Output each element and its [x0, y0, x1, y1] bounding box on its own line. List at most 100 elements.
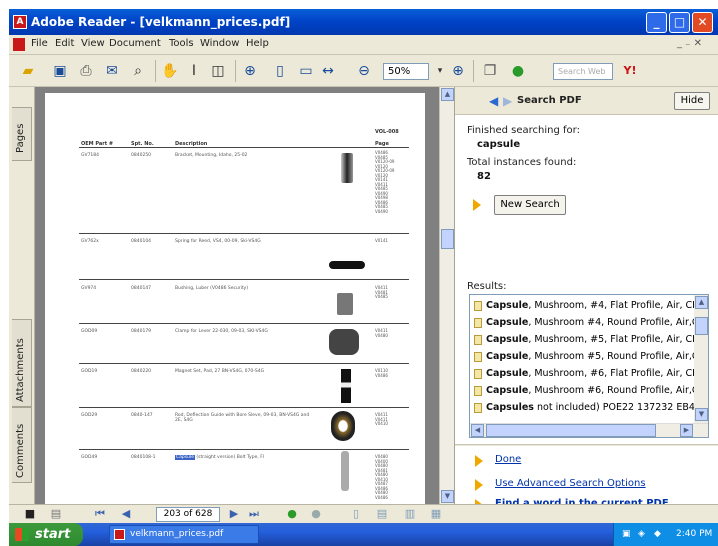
product-image — [341, 451, 349, 491]
layers-icon[interactable]: ■ — [23, 507, 37, 521]
open-icon[interactable]: ▰ — [19, 62, 37, 80]
forward-arrow-icon[interactable]: ▶ — [503, 94, 512, 108]
title-bar[interactable]: A Adobe Reader - [velkmann_prices.pdf] _… — [9, 9, 718, 35]
save-icon[interactable]: ▣ — [51, 62, 69, 80]
snapshot-icon[interactable]: ◫ — [209, 62, 227, 80]
first-page-icon[interactable]: ⏮ — [93, 507, 107, 521]
row-description: Bushing, Luber (V0486 Security) — [175, 286, 249, 291]
menu-bar: File Edit View Document Tools Window Hel… — [9, 35, 718, 55]
list-item[interactable]: Capsule, Mushroom, #4, Flat Profile, Air… — [472, 297, 694, 314]
page-number-input[interactable]: 203 of 628 — [156, 507, 220, 522]
help-icon[interactable]: ● — [509, 62, 527, 80]
result-match: Capsule — [486, 351, 529, 362]
select-text-icon[interactable]: I — [185, 62, 203, 80]
row-description: Rod, Deflection Guide with Bore Sleve, 0… — [175, 413, 310, 423]
tab-attachments[interactable]: Attachments — [12, 319, 32, 407]
menu-document[interactable]: Document — [109, 38, 161, 49]
zoom-in-icon[interactable]: ⊕ — [241, 62, 259, 80]
find-icon[interactable]: ⌕ — [129, 62, 147, 80]
menu-window[interactable]: Window — [200, 38, 239, 49]
results-vertical-scrollbar[interactable]: ▲ ▼ — [694, 295, 708, 423]
toolbar-separator — [235, 60, 236, 82]
list-item[interactable]: Capsules not included) POE22 137232 EB40 — [472, 399, 694, 416]
toolbar: ▰ ▣ ⎙ ✉ ⌕ ✋ I ◫ ⊕ ▯ ▭ ↔ ⊖ 50% ▾ ⊕ ❐ ● Se… — [9, 55, 718, 87]
result-match: Capsule — [486, 317, 529, 328]
pages-view-icon[interactable]: ❐ — [481, 62, 499, 80]
results-list[interactable]: Capsule, Mushroom, #4, Flat Profile, Air… — [469, 294, 709, 438]
search-panel-title: Search PDF — [517, 95, 582, 106]
zoom-out-icon[interactable]: ⊖ — [355, 62, 373, 80]
table-rule — [79, 323, 409, 324]
menu-view[interactable]: View — [81, 38, 105, 49]
document-window-controls[interactable]: _ ₋ ✕ — [677, 38, 702, 49]
pdf-page[interactable]: VOL-008 OEM Part # Spt. No. Description … — [45, 93, 425, 504]
last-page-icon[interactable]: ⏭ — [247, 507, 261, 521]
zoom-level-field[interactable]: 50% — [383, 63, 429, 80]
next-page-icon[interactable]: ▶ — [227, 507, 241, 521]
zoom-in-small-icon[interactable]: ⊕ — [449, 62, 467, 80]
minimize-button[interactable]: _ — [646, 12, 667, 33]
back-arrow-icon[interactable]: ◀ — [489, 94, 498, 108]
menu-edit[interactable]: Edit — [55, 38, 74, 49]
scroll-left-icon[interactable]: ◀ — [471, 424, 484, 437]
email-icon[interactable]: ✉ — [103, 62, 121, 80]
continuous-icon[interactable]: ▤ — [375, 507, 389, 521]
page-icon[interactable]: ▤ — [49, 507, 63, 521]
continuous-facing-icon[interactable]: ▦ — [429, 507, 443, 521]
menu-tools[interactable]: Tools — [169, 38, 194, 49]
tab-comments[interactable]: Comments — [12, 407, 32, 483]
yahoo-icon[interactable]: Y! — [621, 62, 639, 80]
list-item[interactable]: Capsule, Mushroom, #5, Flat Profile, Air… — [472, 331, 694, 348]
list-item[interactable]: Capsule, Mushroom #5, Round Profile, Air… — [472, 348, 694, 365]
scroll-right-icon[interactable]: ▶ — [680, 424, 693, 437]
scroll-up-icon[interactable]: ▲ — [695, 296, 708, 309]
clock[interactable]: 2:40 PM — [676, 523, 712, 546]
security-icon[interactable]: ◆ — [654, 523, 661, 546]
menu-help[interactable]: Help — [246, 38, 269, 49]
menu-file[interactable]: File — [31, 38, 48, 49]
list-item[interactable]: Capsule, Mushroom #6, Round Profile, Air… — [472, 382, 694, 399]
new-search-button[interactable]: New Search — [494, 195, 566, 215]
panel-divider — [455, 444, 718, 446]
facing-icon[interactable]: ▥ — [403, 507, 417, 521]
search-web-input[interactable]: Search Web — [553, 63, 613, 80]
scroll-down-icon[interactable]: ▼ — [695, 408, 708, 421]
scroll-down-icon[interactable]: ▼ — [441, 490, 454, 503]
fit-page-icon[interactable]: ▭ — [297, 62, 315, 80]
list-item[interactable]: Capsule, Mushroom #4, Round Profile, Air… — [472, 314, 694, 331]
table-rule — [79, 233, 409, 234]
go-back-icon[interactable]: ● — [285, 507, 299, 521]
tab-pages-label: Pages — [15, 123, 26, 153]
start-button[interactable]: start — [9, 523, 83, 546]
result-text: , Mushroom #6, Round Profile, Air,C — [528, 385, 694, 396]
previous-page-icon[interactable]: ◀ — [119, 507, 133, 521]
taskbar-window-button[interactable]: velkmann_prices.pdf — [109, 525, 259, 544]
close-button[interactable]: ✕ — [692, 12, 713, 33]
go-forward-icon[interactable]: ● — [309, 507, 323, 521]
document-pane[interactable]: VOL-008 OEM Part # Spt. No. Description … — [35, 87, 439, 504]
single-page-icon[interactable]: ▯ — [349, 507, 363, 521]
scroll-thumb[interactable] — [695, 317, 708, 335]
results-horizontal-scrollbar[interactable]: ◀ ▶ — [470, 423, 708, 437]
fit-width-icon[interactable]: ↔ — [319, 62, 337, 80]
chevron-down-icon[interactable]: ▾ — [431, 62, 449, 80]
scroll-up-icon[interactable]: ▲ — [441, 88, 454, 101]
tab-pages[interactable]: Pages — [12, 107, 32, 161]
advanced-search-link[interactable]: Use Advanced Search Options — [495, 478, 646, 489]
list-item[interactable]: Capsule, Mushroom, #6, Flat Profile, Air… — [472, 365, 694, 382]
row-pages: V0110 V0486 — [375, 368, 388, 378]
window-title: Adobe Reader - [velkmann_prices.pdf] — [31, 15, 291, 29]
document-scrollbar[interactable]: ▲ ▼ — [439, 87, 454, 504]
scroll-thumb[interactable] — [486, 424, 656, 437]
actual-size-icon[interactable]: ▯ — [271, 62, 289, 80]
print-icon[interactable]: ⎙ — [77, 62, 95, 80]
done-link[interactable]: Done — [495, 454, 521, 465]
document-icon[interactable] — [13, 38, 25, 51]
volume-icon[interactable]: ◈ — [638, 523, 645, 546]
search-hit-highlight[interactable]: Capsule — [175, 455, 195, 460]
hide-button[interactable]: Hide — [674, 92, 710, 110]
hand-tool-icon[interactable]: ✋ — [161, 62, 179, 80]
maximize-button[interactable]: □ — [669, 12, 690, 33]
network-icon[interactable]: ▣ — [622, 523, 631, 546]
scroll-thumb[interactable] — [441, 229, 454, 249]
